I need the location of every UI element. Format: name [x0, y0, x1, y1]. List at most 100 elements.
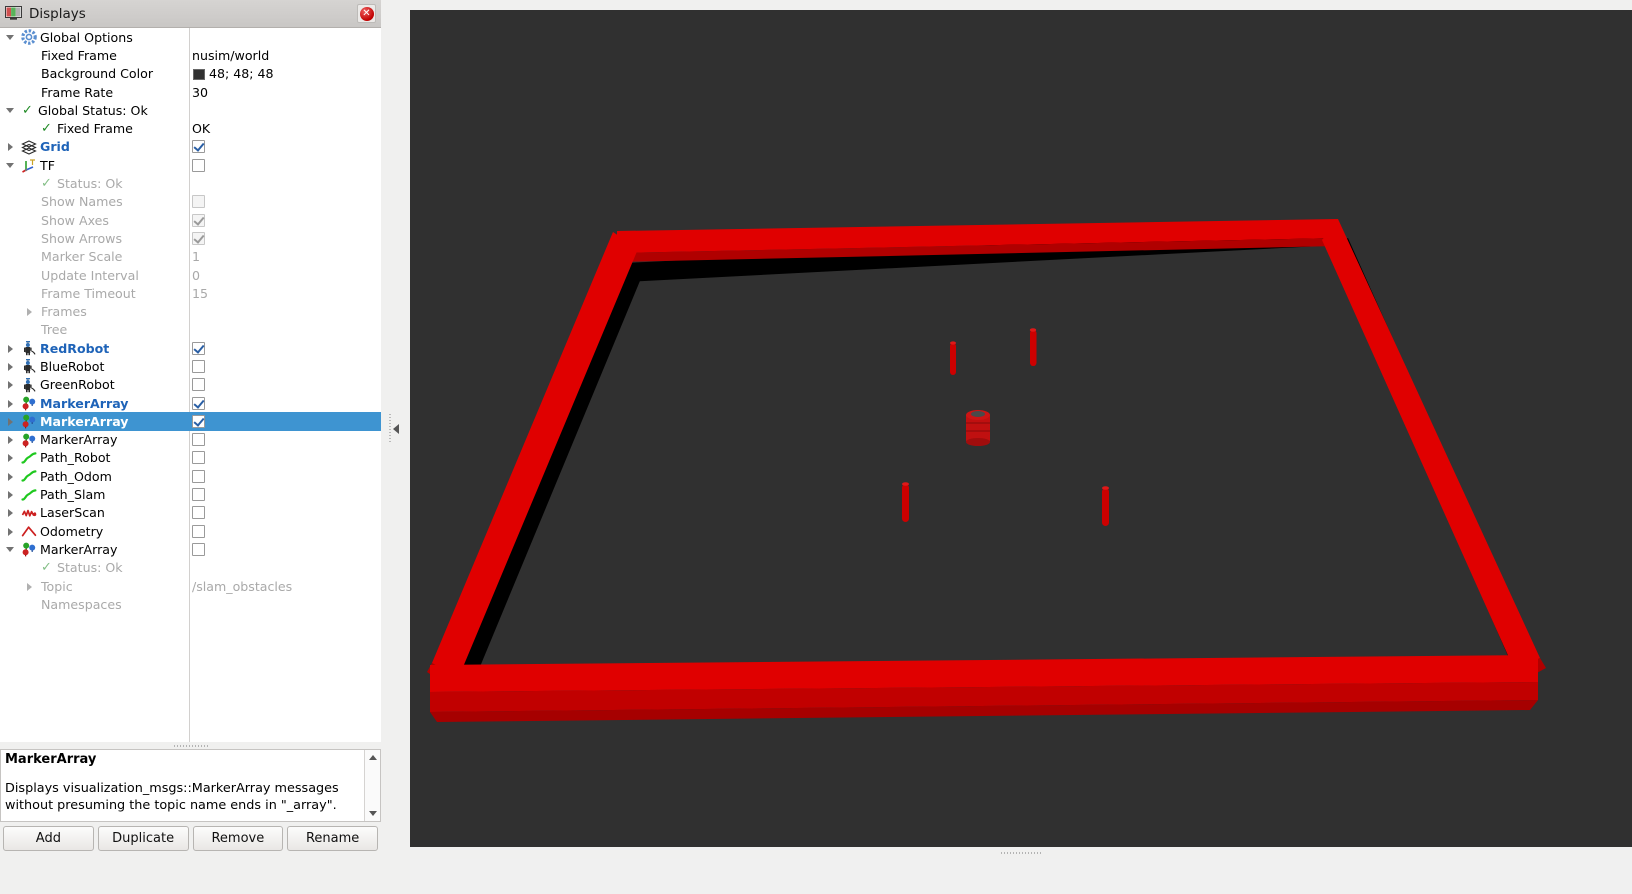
tree-row-label: Frame Timeout: [41, 285, 136, 301]
tree-row[interactable]: ✓ Status: Ok: [0, 559, 381, 577]
visibility-checkbox[interactable]: [192, 158, 205, 172]
chevron-down-icon[interactable]: [6, 106, 15, 115]
chevron-right-icon[interactable]: [6, 490, 15, 500]
remove-button[interactable]: Remove: [192, 826, 284, 851]
obstacle-marker: [950, 341, 956, 375]
tree-row[interactable]: Update Interval 0: [0, 266, 381, 284]
tree-row[interactable]: Fixed Frame nusim/world: [0, 46, 381, 64]
visibility-checkbox[interactable]: [192, 341, 205, 355]
chevron-right-icon[interactable]: [6, 508, 15, 518]
visibility-checkbox[interactable]: [192, 451, 205, 465]
visibility-checkbox[interactable]: [192, 359, 205, 373]
tree-row[interactable]: Frame Timeout 15: [0, 284, 381, 302]
chevron-right-icon[interactable]: [6, 453, 15, 463]
visibility-checkbox[interactable]: [192, 396, 205, 410]
tree-row[interactable]: Odometry: [0, 522, 381, 540]
description-scrollbar[interactable]: [364, 750, 380, 821]
tree-row[interactable]: Path_Robot: [0, 449, 381, 467]
tree-row[interactable]: ✓ Fixed Frame OK: [0, 119, 381, 137]
chevron-right-icon[interactable]: [6, 362, 15, 371]
tree-row[interactable]: ✓ Global Status: Ok: [0, 101, 381, 119]
render-viewport-3d[interactable]: [410, 10, 1632, 847]
chevron-down-icon[interactable]: [6, 33, 15, 42]
scroll-up-arrow-icon[interactable]: [365, 750, 380, 765]
tree-row[interactable]: Topic/slam_obstacles: [0, 577, 381, 595]
tree-row[interactable]: Show Names: [0, 193, 381, 211]
tree-row-label: Global Options: [40, 29, 133, 45]
tree-row-label: GreenRobot: [40, 377, 115, 393]
chevron-down-icon[interactable]: [6, 161, 15, 170]
tree-row-selected[interactable]: MarkerArray: [0, 412, 381, 431]
visibility-checkbox[interactable]: [192, 488, 205, 502]
tree-row[interactable]: MarkerArray: [0, 394, 381, 412]
visibility-checkbox[interactable]: [192, 469, 205, 483]
tree-row[interactable]: TF: [0, 156, 381, 174]
visibility-checkbox[interactable]: [192, 414, 205, 428]
tree-row-label: MarkerArray: [40, 395, 129, 411]
obstacle-marker: [1102, 486, 1109, 526]
splitter-grip-dots-bottom: [1001, 852, 1041, 854]
tree-row[interactable]: MarkerArray: [0, 540, 381, 558]
tree-row-value: 1: [192, 249, 201, 265]
chevron-right-icon[interactable]: [6, 399, 15, 408]
visibility-checkbox[interactable]: [192, 195, 205, 209]
tree-row[interactable]: Frames: [0, 302, 381, 320]
visibility-checkbox[interactable]: [192, 433, 205, 447]
tree-row[interactable]: LaserScan: [0, 504, 381, 522]
tree-row-label: Status: Ok: [57, 176, 123, 192]
chevron-right-icon[interactable]: [6, 380, 15, 390]
gear-icon: [21, 29, 37, 45]
dock-viewport-splitter[interactable]: [381, 0, 410, 894]
visibility-checkbox[interactable]: [192, 542, 205, 556]
chevron-right-icon[interactable]: [6, 142, 15, 152]
description-splitter[interactable]: [0, 742, 381, 749]
tree-row-label: Namespaces: [41, 596, 122, 612]
collapse-dock-handle[interactable]: [388, 412, 404, 446]
red-robot-marker: [966, 410, 990, 446]
tree-row[interactable]: Grid: [0, 138, 381, 156]
tree-row[interactable]: ✓ Status: Ok: [0, 174, 381, 192]
visibility-checkbox[interactable]: [192, 213, 205, 227]
tree-row[interactable]: Path_Slam: [0, 485, 381, 503]
chevron-right-icon[interactable]: [25, 582, 34, 591]
chevron-right-icon[interactable]: [6, 472, 15, 481]
viewport-bottom-splitter[interactable]: [410, 847, 1632, 859]
tree-row[interactable]: Show Arrows: [0, 229, 381, 247]
chevron-right-icon[interactable]: [25, 307, 34, 317]
status-ok-check-icon: ✓: [22, 102, 33, 118]
close-icon[interactable]: ✕: [357, 4, 376, 23]
rename-button[interactable]: Rename: [287, 826, 378, 851]
tree-row-value: 30: [192, 84, 209, 100]
visibility-checkbox[interactable]: [192, 506, 205, 520]
tree-row[interactable]: BlueRobot: [0, 357, 381, 375]
visibility-checkbox[interactable]: [192, 378, 205, 392]
displays-tree[interactable]: Global Options Fixed Frame nusim/world Back…: [0, 28, 381, 742]
displays-panel-icon: [5, 6, 22, 21]
tree-row[interactable]: Background Color 48; 48; 48: [0, 65, 381, 83]
tree-row[interactable]: Namespaces: [0, 595, 381, 613]
tree-row[interactable]: GreenRobot: [0, 376, 381, 394]
tree-row[interactable]: MarkerArray: [0, 431, 381, 449]
description-title: MarkerArray: [5, 752, 97, 767]
color-swatch[interactable]: [193, 68, 205, 80]
tree-row[interactable]: Path_Odom: [0, 467, 381, 485]
tree-row[interactable]: Frame Rate 30: [0, 83, 381, 101]
add-button[interactable]: Add: [3, 826, 94, 851]
visibility-checkbox[interactable]: [192, 231, 205, 245]
chevron-right-icon[interactable]: [6, 344, 15, 353]
tree-row[interactable]: RedRobot: [0, 339, 381, 357]
tree-row[interactable]: Global Options: [0, 28, 381, 46]
visibility-checkbox[interactable]: [192, 524, 205, 538]
chevron-right-icon[interactable]: [6, 435, 15, 445]
chevron-down-icon[interactable]: [6, 545, 15, 554]
chevron-right-icon[interactable]: [6, 527, 15, 536]
visibility-checkbox[interactable]: [192, 140, 205, 154]
tree-row[interactable]: Marker Scale 1: [0, 248, 381, 266]
tree-row-value: OK: [192, 121, 211, 137]
chevron-right-icon[interactable]: [6, 417, 15, 426]
duplicate-button[interactable]: Duplicate: [97, 826, 189, 851]
tree-row[interactable]: Tree: [0, 321, 381, 339]
tree-row[interactable]: Show Axes: [0, 211, 381, 229]
viewport-top-strip: [410, 0, 1632, 10]
scroll-down-arrow-icon[interactable]: [365, 806, 380, 821]
